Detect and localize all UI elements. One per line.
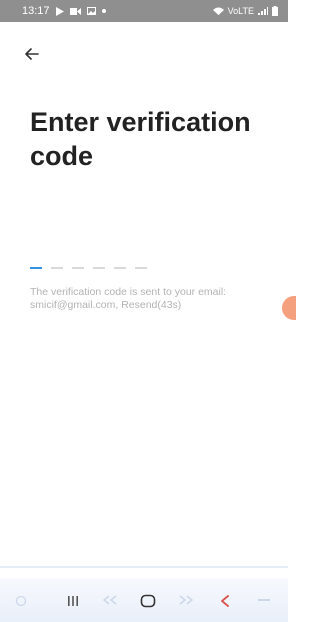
status-left: 13:17 [22,5,106,17]
back-button[interactable] [22,44,42,64]
recents-button[interactable] [62,590,84,612]
home-button[interactable] [134,588,162,614]
email-address: smicif@gmail.com, [30,299,119,311]
play-store-icon [55,6,64,16]
resend-link[interactable]: Resend(43s) [121,299,181,311]
arrow-left-icon [25,48,39,60]
status-right: VoLTE [212,6,278,16]
signal-icon [258,7,268,15]
ghost-icon [100,592,120,608]
navigation-bar [0,578,288,622]
wifi-icon [212,7,224,15]
dot-icon [101,9,106,13]
bottom-divider [0,566,288,568]
recents-icon [67,595,79,607]
code-slot[interactable] [51,267,63,269]
code-slot[interactable] [114,267,126,269]
video-icon [69,7,81,15]
code-slot[interactable] [30,267,42,269]
ghost-icon [256,594,272,606]
page-title: Enter verification code [30,107,251,171]
code-slot[interactable] [135,267,147,269]
volte-label: VoLTE [227,6,254,16]
battery-icon [272,6,278,16]
code-slot[interactable] [93,267,105,269]
verification-code-input[interactable] [30,267,147,269]
home-icon [140,594,156,608]
ghost-icon [14,594,28,608]
floating-side-handle[interactable] [282,296,296,320]
ghost-icon [176,592,196,608]
verification-info: The verification code is sent to your em… [30,286,270,312]
back-icon [220,595,230,607]
status-time: 13:17 [22,5,50,17]
status-bar: 13:17 VoLTE [0,0,288,22]
back-nav-button[interactable] [214,590,236,612]
info-line-1: The verification code is sent to your em… [30,286,227,298]
gallery-icon [86,7,96,15]
code-slot[interactable] [72,267,84,269]
info-line-2: smicif@gmail.com, Resend(43s) [30,299,270,312]
